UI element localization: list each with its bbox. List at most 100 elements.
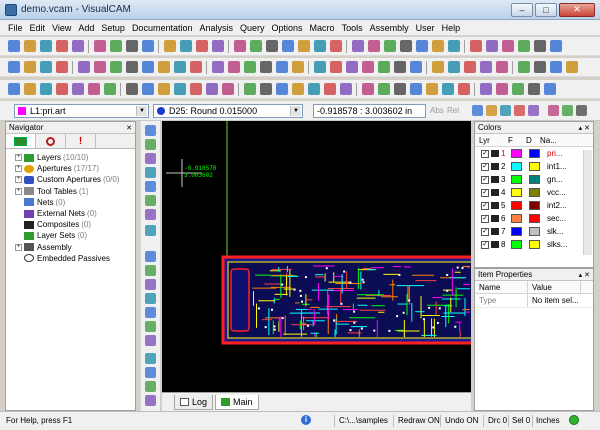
toolbar-tool-icon[interactable] <box>550 61 562 73</box>
close-button[interactable]: ✕ <box>559 2 595 17</box>
toolbar-tool-icon[interactable] <box>24 61 36 73</box>
toolbar-tool-icon[interactable] <box>368 40 380 52</box>
toolbar-tool-icon[interactable] <box>362 83 374 95</box>
menu-macro[interactable]: Macro <box>310 23 335 33</box>
toolbar-tool-icon[interactable] <box>8 61 20 73</box>
toolbar-tool-icon[interactable] <box>480 61 492 73</box>
toolbar-tool-icon[interactable] <box>394 61 406 73</box>
toolbar-tool-icon[interactable] <box>104 83 116 95</box>
side-tool-icon[interactable] <box>145 167 156 178</box>
toolbar-tool-icon[interactable] <box>276 61 288 73</box>
display-mode-icon[interactable] <box>528 105 539 116</box>
toolbar-tool-icon[interactable] <box>378 61 390 73</box>
layer-draw-color[interactable] <box>529 162 540 171</box>
layer-flash-color[interactable] <box>511 188 522 197</box>
side-tool-icon[interactable] <box>145 139 156 150</box>
toolbar-tool-icon[interactable] <box>110 61 122 73</box>
toolbar-tool-icon[interactable] <box>110 40 122 52</box>
tree-item-composites[interactable]: Composites (0) <box>6 219 135 230</box>
toolbar-tool-icon[interactable] <box>330 61 342 73</box>
tab-errors[interactable]: ! <box>66 134 96 148</box>
rel-button[interactable]: Rel <box>447 106 459 115</box>
toolbar-tool-icon[interactable] <box>222 83 234 95</box>
toolbar-tool-icon[interactable] <box>432 61 444 73</box>
layer-visible-checkbox[interactable]: ✓ <box>481 240 489 249</box>
toolbar-tool-icon[interactable] <box>544 83 556 95</box>
colors-scrollbar[interactable] <box>583 150 592 255</box>
menu-assembly[interactable]: Assembly <box>370 23 409 33</box>
layer-select[interactable]: L1:pri.art ▼ <box>14 104 149 118</box>
menu-tools[interactable]: Tools <box>342 23 363 33</box>
toolbar-tool-icon[interactable] <box>324 83 336 95</box>
toolbar-tool-icon[interactable] <box>378 83 390 95</box>
side-tool-icon[interactable] <box>145 181 156 192</box>
toolbar-tool-icon[interactable] <box>40 40 52 52</box>
toolbar-tool-icon[interactable] <box>480 83 492 95</box>
layer-flash-color[interactable] <box>511 227 522 236</box>
menu-file[interactable]: File <box>8 23 23 33</box>
expand-icon[interactable]: + <box>15 154 22 162</box>
side-tool-icon[interactable] <box>145 307 156 318</box>
toolbar-tool-icon[interactable] <box>72 83 84 95</box>
expand-icon[interactable]: + <box>15 243 22 251</box>
layer-visible-checkbox[interactable]: ✓ <box>481 227 489 236</box>
layer-flash-color[interactable] <box>511 149 522 158</box>
toolbar-tool-icon[interactable] <box>448 61 460 73</box>
toolbar-tool-icon[interactable] <box>24 83 36 95</box>
layer-flash-color[interactable] <box>511 175 522 184</box>
toolbar-tool-icon[interactable] <box>518 40 530 52</box>
toolbar-tool-icon[interactable] <box>190 83 202 95</box>
toolbar-tool-icon[interactable] <box>362 61 374 73</box>
menu-query[interactable]: Query <box>240 23 265 33</box>
toolbar-tool-icon[interactable] <box>260 61 272 73</box>
display-mode-icon[interactable] <box>562 105 573 116</box>
coordinate-field[interactable]: -0.918578 : 3.003602 in <box>313 104 426 118</box>
toolbar-tool-icon[interactable] <box>448 40 460 52</box>
tree-item-custom-apertures[interactable]: + Custom Apertures (0/0) <box>6 174 135 185</box>
tab-board-view[interactable] <box>6 134 36 148</box>
toolbar-tool-icon[interactable] <box>196 40 208 52</box>
toolbar-tool-icon[interactable] <box>394 83 406 95</box>
color-row[interactable]: ✓ 7 slk... <box>475 225 593 238</box>
side-tool-icon[interactable] <box>145 251 156 262</box>
maximize-button[interactable]: □ <box>535 2 557 17</box>
toolbar-tool-icon[interactable] <box>352 40 364 52</box>
expand-icon[interactable]: + <box>15 187 22 195</box>
toolbar-tool-icon[interactable] <box>56 40 68 52</box>
layer-visible-checkbox[interactable]: ✓ <box>481 162 489 171</box>
color-row[interactable]: ✓ 3 gn... <box>475 173 593 186</box>
layer-flash-color[interactable] <box>511 240 522 249</box>
tab-search[interactable] <box>36 134 66 148</box>
toolbar-tool-icon[interactable] <box>314 40 326 52</box>
toolbar-tool-icon[interactable] <box>40 83 52 95</box>
toolbar-tool-icon[interactable] <box>502 40 514 52</box>
tree-item-layers[interactable]: + Layers (10/10) <box>6 152 135 163</box>
toolbar-tool-icon[interactable] <box>470 40 482 52</box>
toolbar-tool-icon[interactable] <box>56 83 68 95</box>
side-tool-icon[interactable] <box>145 279 156 290</box>
close-icon[interactable]: ▴ ✕ <box>579 271 590 279</box>
tree-item-embedded-passives[interactable]: Embedded Passives <box>6 253 135 264</box>
toolbar-tool-icon[interactable] <box>126 40 138 52</box>
toolbar-tool-icon[interactable] <box>534 61 546 73</box>
toolbar-tool-icon[interactable] <box>346 61 358 73</box>
toolbar-tool-icon[interactable] <box>94 61 106 73</box>
toolbar-tool-icon[interactable] <box>8 83 20 95</box>
cam-canvas[interactable]: -0.918578 3.003602 <box>162 121 471 392</box>
toolbar-tool-icon[interactable] <box>442 83 454 95</box>
side-tool-icon[interactable] <box>145 209 156 220</box>
side-tool-icon[interactable] <box>145 125 156 136</box>
toolbar-tool-icon[interactable] <box>94 40 106 52</box>
toolbar-tool-icon[interactable] <box>212 61 224 73</box>
display-mode-icon[interactable] <box>486 105 497 116</box>
toolbar-tool-icon[interactable] <box>496 61 508 73</box>
side-tool-icon[interactable] <box>145 335 156 346</box>
layer-visible-checkbox[interactable]: ✓ <box>481 188 489 197</box>
toolbar-tool-icon[interactable] <box>174 83 186 95</box>
side-tool-icon[interactable] <box>145 293 156 304</box>
toolbar-tool-icon[interactable] <box>282 40 294 52</box>
toolbar-tool-icon[interactable] <box>486 40 498 52</box>
toolbar-tool-icon[interactable] <box>410 61 422 73</box>
menu-user[interactable]: User <box>416 23 435 33</box>
toolbar-tool-icon[interactable] <box>512 83 524 95</box>
